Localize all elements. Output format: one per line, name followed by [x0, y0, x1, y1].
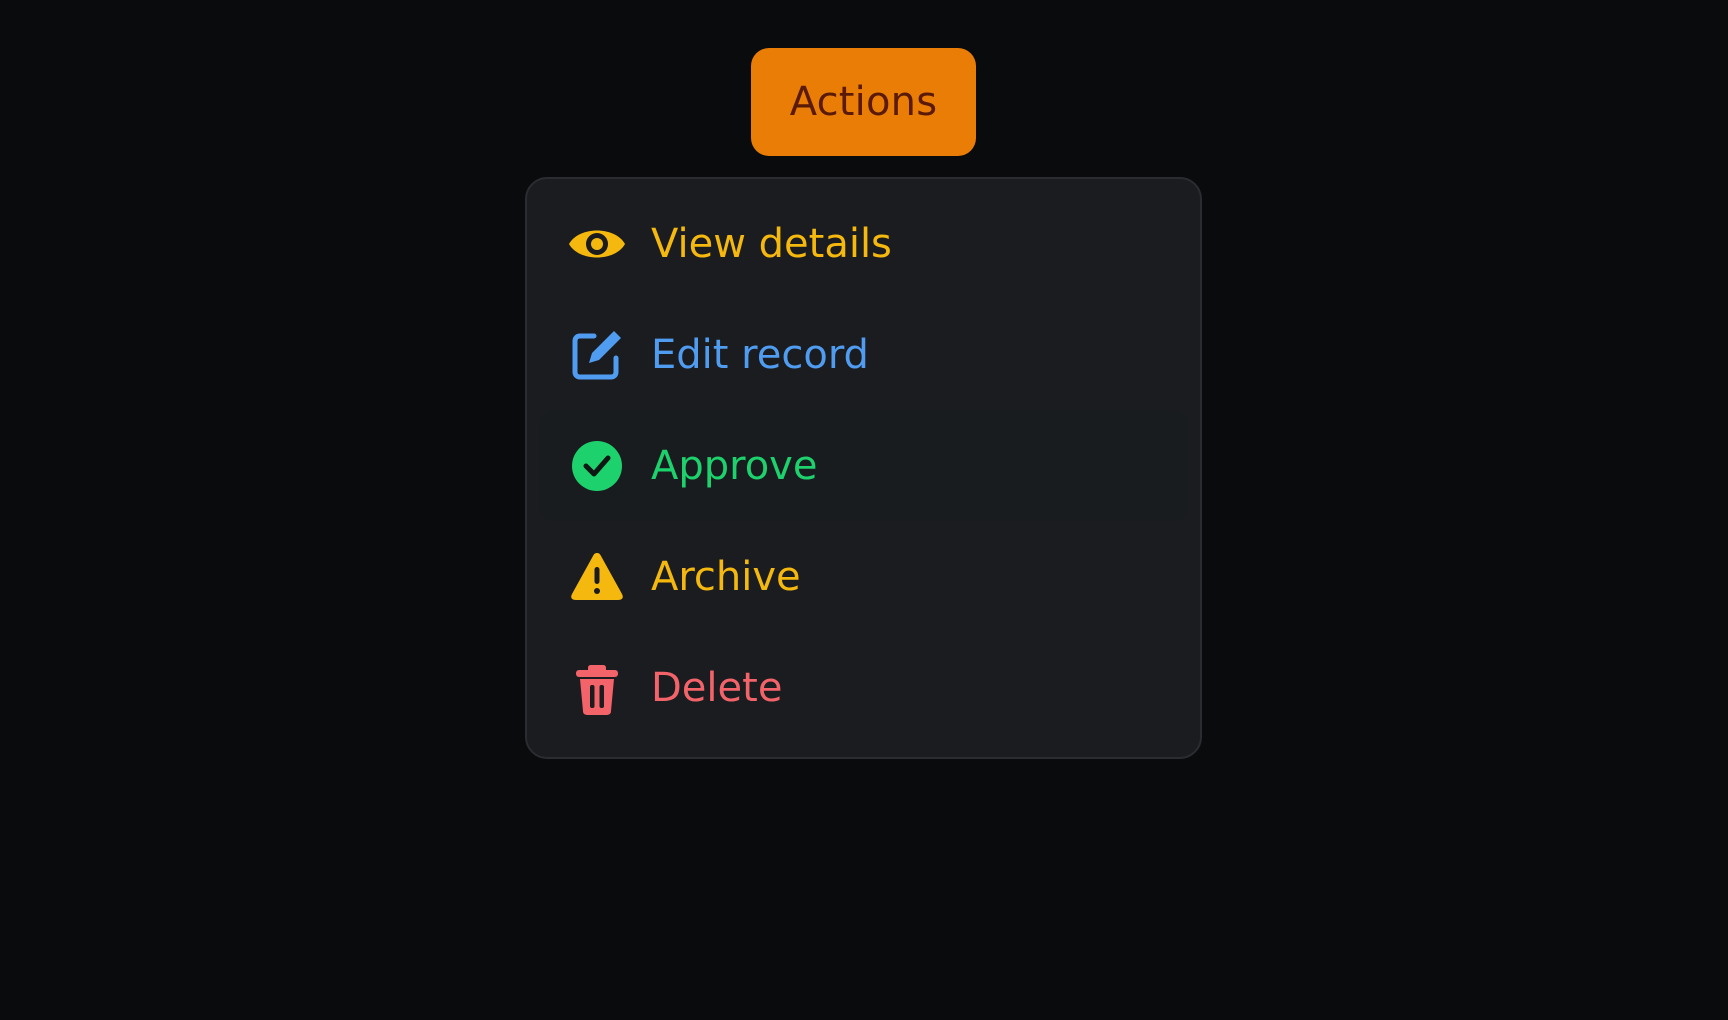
menu-item-archive[interactable]: Archive — [539, 521, 1188, 632]
menu-item-label: Edit record — [651, 331, 869, 378]
menu-item-label: Approve — [651, 442, 818, 489]
edit-icon — [567, 325, 627, 385]
menu-item-label: Archive — [651, 553, 801, 600]
actions-button[interactable]: Actions — [751, 48, 976, 156]
menu-item-edit-record[interactable]: Edit record — [539, 299, 1188, 410]
trash-icon — [567, 658, 627, 718]
page: Actions View details Edit record Approve… — [0, 0, 1728, 1020]
menu-item-label: Delete — [651, 664, 783, 711]
eye-icon — [567, 214, 627, 274]
check-circle-icon — [567, 436, 627, 496]
warning-icon — [567, 547, 627, 607]
menu-item-delete[interactable]: Delete — [539, 632, 1188, 743]
actions-menu: View details Edit record Approve Archive… — [525, 177, 1202, 759]
menu-item-view-details[interactable]: View details — [539, 188, 1188, 299]
menu-item-approve[interactable]: Approve — [539, 410, 1188, 521]
menu-item-label: View details — [651, 220, 892, 267]
